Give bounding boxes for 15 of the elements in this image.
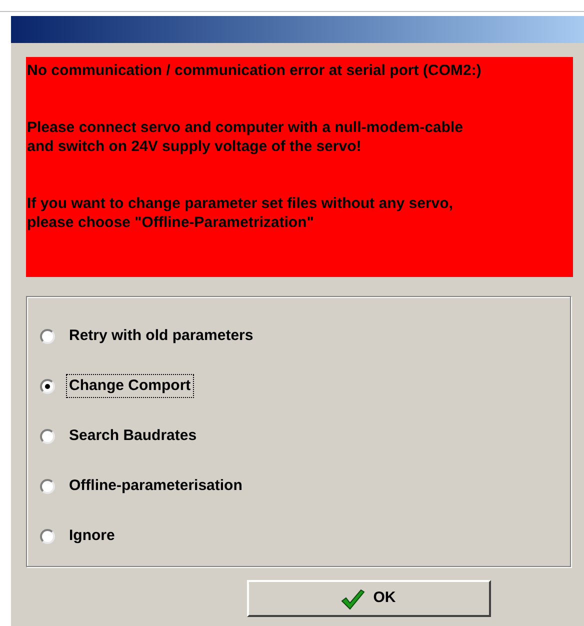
option-label[interactable]: Ignore (66, 524, 118, 548)
radio-button[interactable] (40, 378, 55, 394)
radio-button[interactable] (40, 478, 55, 494)
checkmark-icon (341, 588, 366, 610)
option-label[interactable]: Offline-parameterisation (66, 474, 246, 498)
message-text: If you want to change parameter set files without any servo, please choose "Offline-Parametrization" (27, 194, 454, 232)
message-text: Please connect servo and computer with a null-modem-cable and switch on 24V supply voltage of the servo! (27, 118, 464, 156)
radio-button[interactable] (40, 428, 55, 444)
option-label[interactable]: Change Comport (66, 374, 194, 398)
option-label[interactable]: Retry with old parameters (66, 324, 256, 348)
option-label[interactable]: Search Baudrates (66, 424, 200, 448)
radio-button[interactable] (40, 328, 55, 344)
message-text: No communication / communication error at serial port (COM2:) (27, 61, 482, 80)
radio-button[interactable] (40, 528, 55, 544)
ok-button[interactable]: OK (246, 580, 490, 617)
